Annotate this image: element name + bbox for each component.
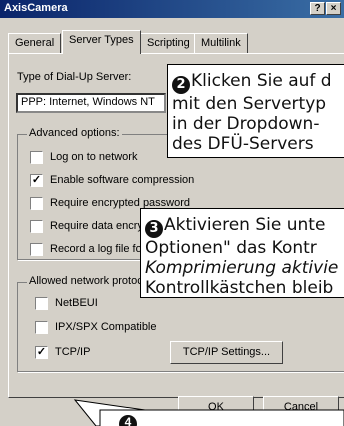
callout-4-pointer	[73, 399, 344, 426]
step-4-number: 4	[124, 415, 132, 426]
